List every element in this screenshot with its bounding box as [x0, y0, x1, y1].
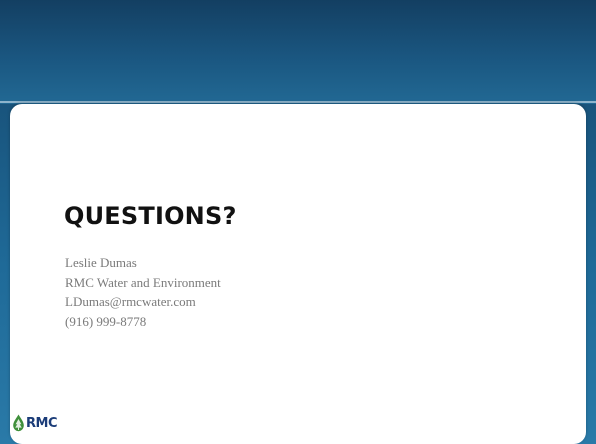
- contact-block: Leslie Dumas RMC Water and Environment L…: [65, 253, 221, 331]
- water-drop-tree-icon: [13, 414, 24, 432]
- contact-organization: RMC Water and Environment: [65, 274, 221, 290]
- logo-wordmark: RMC: [26, 416, 58, 431]
- slide-header-band: [0, 0, 596, 104]
- contact-email: LDumas@rmcwater.com: [65, 294, 196, 309]
- contact-name: Leslie Dumas: [65, 255, 137, 270]
- contact-phone: (916) 999-8778: [65, 313, 147, 329]
- company-logo: RMC: [12, 413, 58, 433]
- slide-title: QUESTIONS?: [64, 202, 237, 230]
- header-divider: [0, 101, 596, 103]
